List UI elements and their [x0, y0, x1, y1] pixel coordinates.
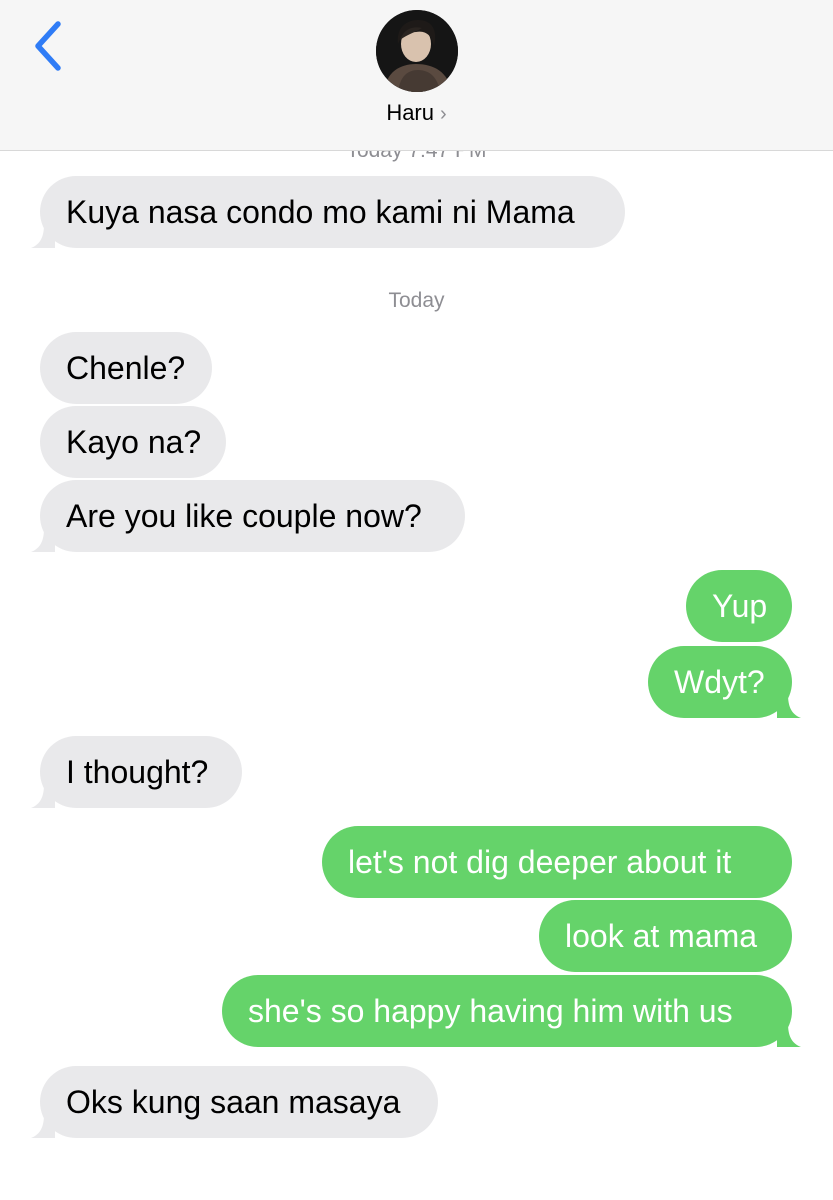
message-bubble-incoming[interactable]: Oks kung saan masaya — [31, 1066, 438, 1138]
message-text: look at mama — [565, 918, 758, 954]
message-bubble-incoming[interactable]: Kayo na? — [40, 406, 226, 478]
message-bubble-incoming[interactable]: I thought? — [31, 736, 242, 808]
chevron-left-icon — [35, 21, 61, 71]
message-text: Kayo na? — [66, 424, 202, 460]
message-text: she's so happy having him with us — [248, 993, 733, 1029]
contact-name-button[interactable]: Haru › — [0, 98, 833, 129]
message-text: let's not dig deeper about it — [348, 844, 732, 880]
message-text: Oks kung saan masaya — [66, 1084, 401, 1120]
back-button[interactable] — [26, 18, 72, 74]
contact-name: Haru — [386, 100, 434, 125]
bubble-tail-icon — [777, 694, 801, 718]
chevron-right-icon: › — [440, 103, 447, 125]
bubble-tail-icon — [777, 1023, 801, 1047]
message-text: I thought? — [66, 754, 209, 790]
message-bubble-outgoing[interactable]: Wdyt? — [648, 646, 801, 718]
message-bubble-outgoing[interactable]: look at mama — [539, 900, 792, 972]
conversation-header: Haru › — [0, 0, 833, 151]
message-text: Wdyt? — [674, 664, 765, 700]
bubble-tail-icon — [31, 528, 55, 552]
message-text: Are you like couple now? — [66, 498, 422, 534]
message-bubble-outgoing[interactable]: she's so happy having him with us — [222, 975, 801, 1047]
message-bubble-incoming[interactable]: Kuya nasa condo mo kami ni Mama — [31, 176, 625, 248]
avatar-photo — [376, 10, 458, 92]
message-text: Kuya nasa condo mo kami ni Mama — [66, 194, 575, 230]
message-bubble-incoming[interactable]: Are you like couple now? — [31, 480, 465, 552]
bubble-tail-icon — [31, 224, 55, 248]
timestamp: Today — [388, 289, 445, 312]
message-bubble-outgoing[interactable]: let's not dig deeper about it — [322, 826, 792, 898]
contact-avatar[interactable] — [376, 10, 458, 92]
message-text: Chenle? — [66, 350, 186, 386]
message-bubble-incoming[interactable]: Chenle? — [40, 332, 212, 404]
bubble-tail-icon — [31, 784, 55, 808]
message-bubble-outgoing[interactable]: Yup — [686, 570, 792, 642]
message-thread[interactable]: Today 7:47 PM Kuya nasa condo mo kami ni… — [0, 0, 833, 1200]
bubble-tail-icon — [31, 1114, 55, 1138]
message-text: Yup — [712, 588, 768, 624]
